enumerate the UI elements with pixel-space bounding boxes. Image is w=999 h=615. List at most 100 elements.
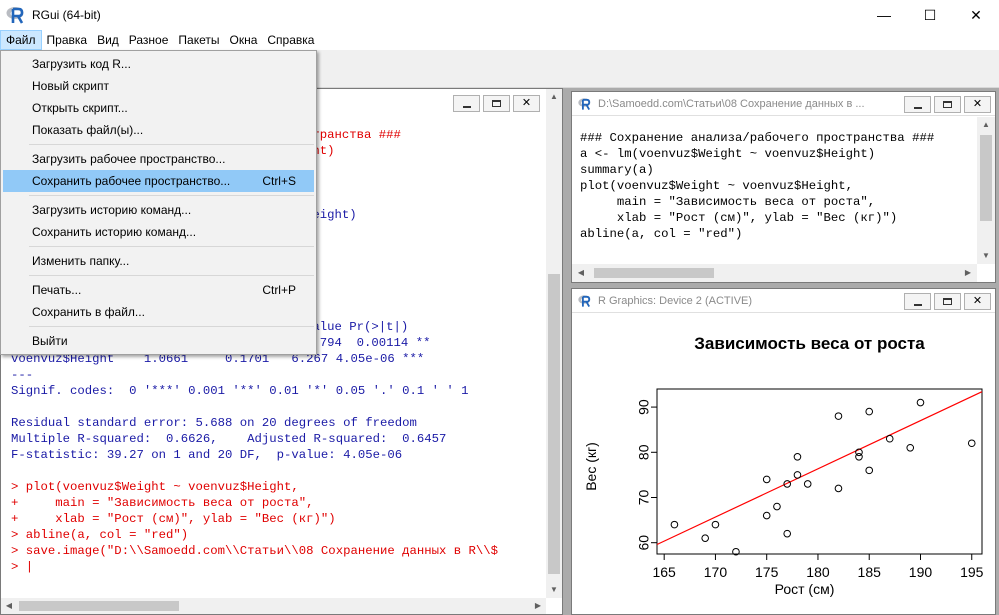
minimize-button[interactable]: — (861, 0, 907, 30)
script-line: main = "Зависимость веса от роста", (580, 195, 876, 209)
data-point (834, 412, 843, 420)
console-line: + main = "Зависимость веса от роста", (11, 496, 314, 510)
script-line: xlab = "Рост (см)", ylab = "Вес (кг)") (580, 211, 898, 225)
data-point (803, 480, 812, 488)
menu-item-load-history[interactable]: Загрузить историю команд... (3, 199, 314, 221)
close-button[interactable]: ✕ (953, 0, 999, 30)
scroll-down-icon[interactable]: ▼ (546, 582, 562, 598)
menu-item-load-code[interactable]: Загрузить код R... (3, 53, 314, 75)
menu-item-save-history[interactable]: Сохранить историю команд... (3, 221, 314, 243)
maximize-button[interactable]: ☐ (907, 0, 953, 30)
script-line: ### Сохранение анализа/рабочего простран… (580, 131, 935, 145)
menu-item-new-script[interactable]: Новый скрипт (3, 75, 314, 97)
data-point (885, 434, 894, 443)
console-line: 1 (305, 271, 546, 287)
data-point (906, 443, 915, 452)
y-tick-label: 80 (636, 444, 652, 460)
data-point (967, 439, 976, 448)
title-bar: RGui (64-bit) — ☐ ✕ (0, 0, 999, 30)
scroll-left-icon[interactable]: ◀ (572, 264, 590, 282)
scatter-plot: Зависимость веса от роста 165 170 175 180 185… (583, 334, 984, 597)
console-scroll-thumb[interactable] (548, 274, 560, 574)
console-close-button[interactable]: ✕ (513, 95, 540, 112)
menu-misc[interactable]: Разное (124, 30, 174, 50)
script-scroll-thumb[interactable] (980, 135, 992, 221)
console-restore-button[interactable] (483, 95, 510, 112)
console-vertical-scrollbar[interactable]: ▲ ▼ (546, 89, 562, 598)
menu-item-show-files[interactable]: Показать файл(ы)... (3, 119, 314, 141)
graphics-window-title: R Graphics: Device 2 (ACTIVE) (598, 294, 753, 307)
file-menu-dropdown: Загрузить код R... Новый скрипт Открыть … (0, 50, 317, 355)
console-line: x (305, 255, 546, 271)
script-restore-button[interactable] (934, 96, 961, 113)
regression-line (656, 391, 983, 546)
data-point (793, 471, 802, 479)
console-line: --- (11, 368, 34, 382)
scroll-up-icon[interactable]: ▲ (546, 89, 562, 105)
scroll-up-icon[interactable]: ▲ (977, 117, 995, 133)
x-tick-label: 175 (755, 564, 779, 580)
y-tick-label: 70 (636, 489, 652, 505)
console-line: > plot(voenvuz$Weight ~ voenvuz$Height, (11, 480, 299, 494)
menu-item-open-script[interactable]: Открыть скрипт... (3, 97, 314, 119)
script-editor-text[interactable]: ### Сохранение анализа/рабочего простран… (580, 130, 973, 242)
menu-item-save-workspace[interactable]: Сохранить рабочее пространство... Ctrl+S (3, 170, 314, 192)
plot-frame (656, 388, 983, 555)
console-horizontal-scrollbar[interactable]: ◀ ▶ (1, 598, 546, 614)
x-axis-label: Рост (см) (775, 581, 835, 597)
graphics-close-button[interactable]: ✕ (964, 293, 991, 310)
data-point (783, 529, 792, 538)
window-title: RGui (64-bit) (32, 8, 101, 22)
menu-separator (29, 195, 314, 196)
scroll-down-icon[interactable]: ▼ (977, 248, 995, 264)
data-point (773, 502, 781, 511)
menu-separator (29, 144, 314, 145)
scroll-left-icon[interactable]: ◀ (1, 598, 17, 614)
data-point (865, 466, 874, 475)
script-horizontal-scrollbar[interactable]: ◀ ▶ (572, 264, 977, 282)
menu-packages[interactable]: Пакеты (173, 30, 224, 50)
menu-item-load-workspace[interactable]: Загрузить рабочее пространство... (3, 148, 314, 170)
script-line: abline(a, col = "red") (580, 227, 743, 241)
menu-separator (29, 275, 314, 276)
console-line: > | (11, 560, 34, 574)
script-minimize-button[interactable] (904, 96, 931, 113)
menu-help[interactable]: Справка (262, 30, 319, 50)
y-tick-label: 60 (636, 535, 652, 551)
console-line: Signif. codes: 0 '***' 0.001 '**' 0.01 '… (11, 384, 469, 398)
menu-view[interactable]: Вид (92, 30, 124, 50)
console-line: Height) (305, 208, 357, 222)
menu-windows[interactable]: Окна (225, 30, 263, 50)
script-window-title: D:\Samoedd.com\Статьи\08 Сохранение данн… (598, 97, 865, 110)
graphics-minimize-button[interactable] (904, 293, 931, 310)
menu-item-save-to-file[interactable]: Сохранить в файл... (3, 301, 314, 323)
data-point (670, 520, 679, 529)
script-vertical-scrollbar[interactable]: ▲ ▼ (977, 117, 995, 264)
scroll-right-icon[interactable]: ▶ (530, 598, 546, 614)
script-hscroll-thumb[interactable] (594, 268, 714, 278)
console-minimize-button[interactable] (453, 95, 480, 112)
console-line: value Pr(>|t|) (305, 320, 409, 334)
menu-item-change-dir[interactable]: Изменить папку... (3, 250, 314, 272)
menu-file[interactable]: Файл (0, 30, 42, 50)
x-tick-label: 165 (652, 564, 676, 580)
menu-item-exit[interactable]: Выйти (3, 330, 314, 352)
console-line: ght) (305, 144, 335, 158)
graphics-restore-button[interactable] (934, 293, 961, 310)
script-line: plot(voenvuz$Weight ~ voenvuz$Height, (580, 179, 854, 193)
scroll-right-icon[interactable]: ▶ (959, 264, 977, 282)
script-close-button[interactable]: ✕ (964, 96, 991, 113)
menu-edit[interactable]: Правка (42, 30, 93, 50)
script-line: summary(a) (580, 163, 654, 177)
menu-separator (29, 326, 314, 327)
console-hscroll-thumb[interactable] (19, 601, 179, 611)
menu-item-print[interactable]: Печать... Ctrl+P (3, 279, 314, 301)
x-tick-label: 170 (704, 564, 728, 580)
